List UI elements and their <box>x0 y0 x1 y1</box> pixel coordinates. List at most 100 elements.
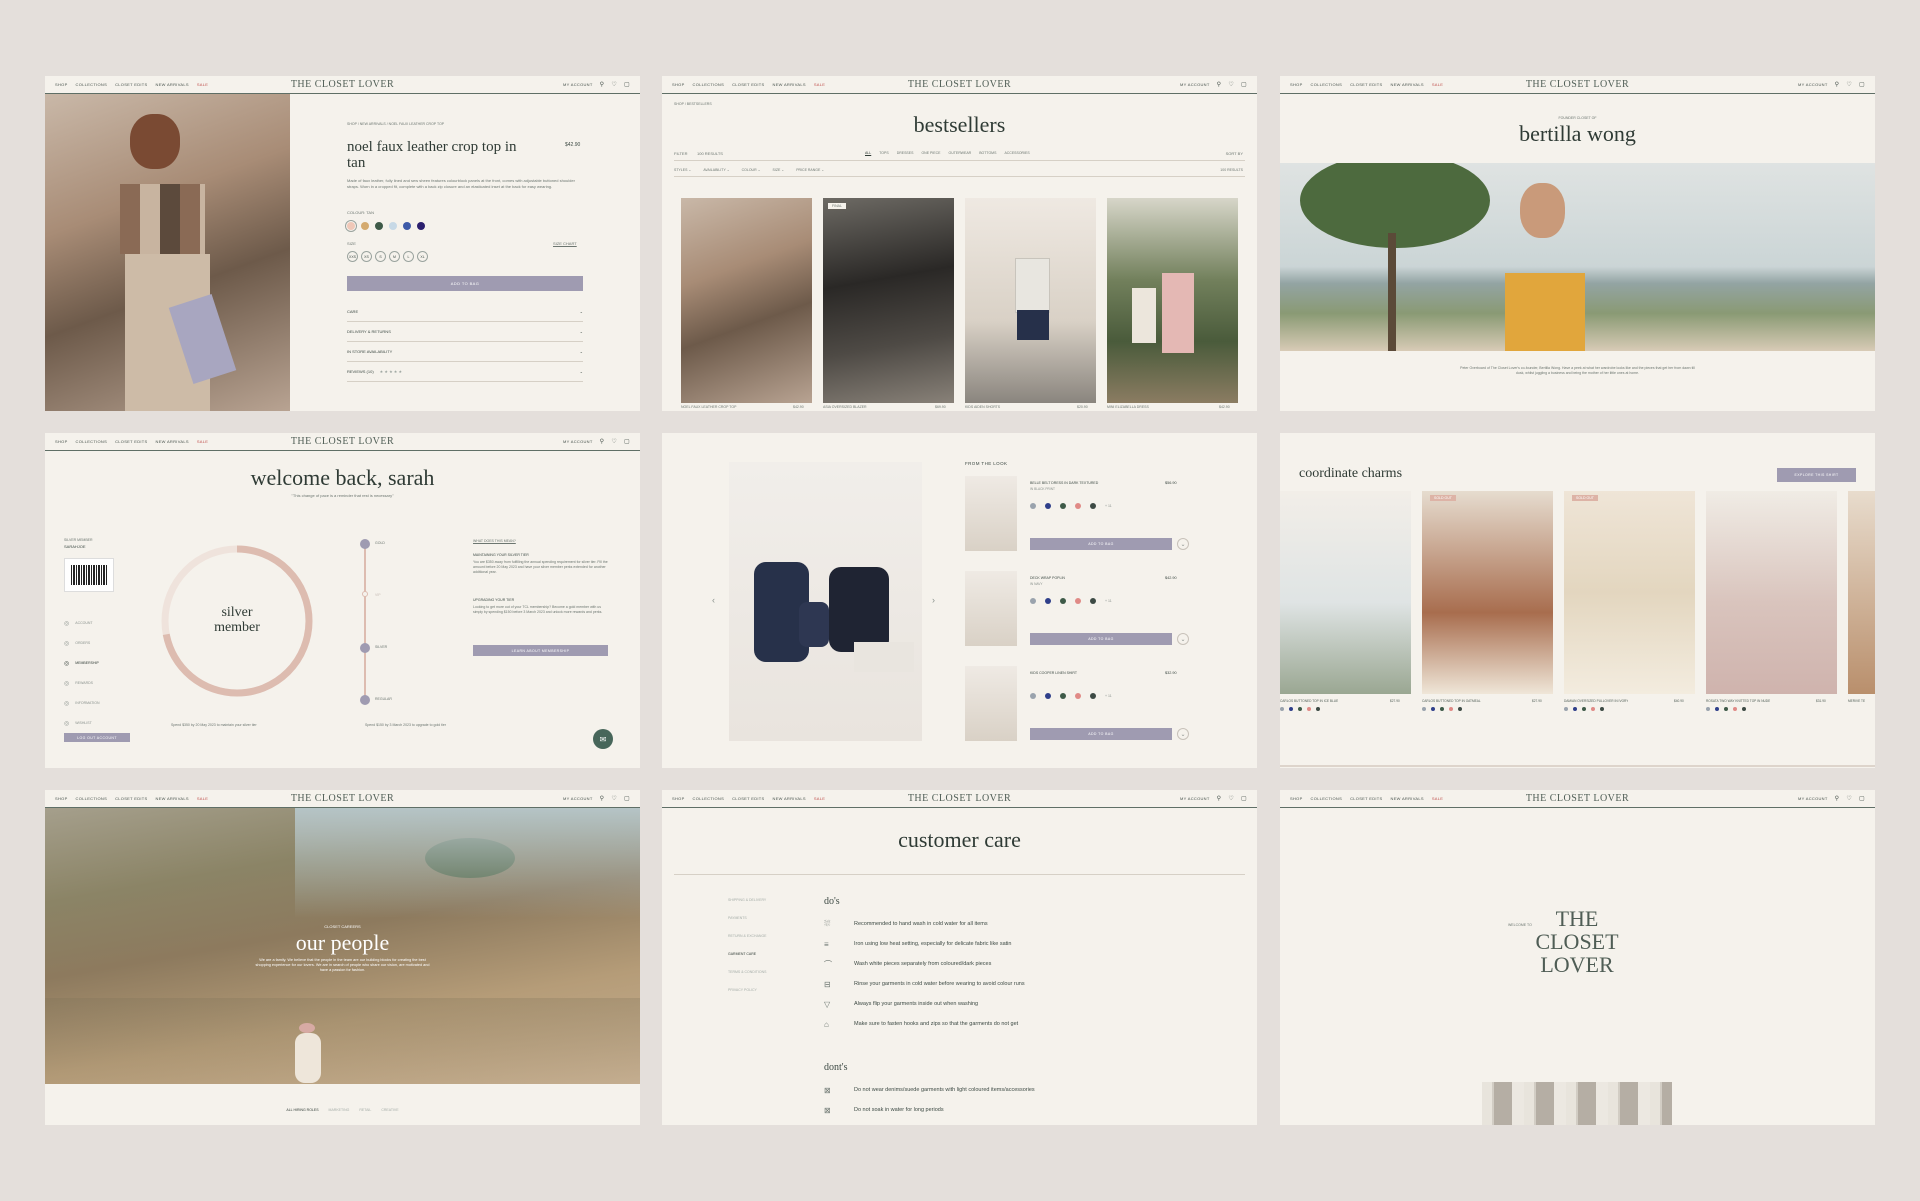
look-add-to-bag-button[interactable]: ADD TO BAG <box>1030 538 1172 550</box>
colour-swatch[interactable] <box>1298 707 1302 711</box>
care-menu-item[interactable]: TERMS & CONDITIONS <box>728 970 767 988</box>
sort-dropdown[interactable]: SORT BY <box>1226 151 1243 156</box>
product-card-image[interactable] <box>1107 198 1238 403</box>
charm-card-image[interactable] <box>1280 491 1411 694</box>
product-card-image[interactable] <box>681 198 812 403</box>
site-logo[interactable]: THE CLOSET LOVER <box>908 793 1011 804</box>
account-menu-item[interactable]: ◎ MEMBERSHIP <box>64 653 100 673</box>
product-card-image[interactable] <box>965 198 1096 403</box>
look-item-image[interactable] <box>965 666 1017 741</box>
faq-link[interactable]: WHAT DOES THIS MEAN? <box>473 539 516 543</box>
site-logo[interactable]: THE CLOSET LOVER <box>1526 793 1629 804</box>
heart-icon[interactable]: ♡ <box>611 81 617 88</box>
account-link[interactable]: MY ACCOUNT <box>563 796 593 801</box>
accordion-row[interactable]: REVIEWS (10) ★ ★ ★ ★ ★ ⌄ <box>347 362 583 382</box>
chevron-down-icon[interactable]: ⌄ <box>1177 633 1189 645</box>
colour-swatch[interactable] <box>1715 707 1719 711</box>
colour-swatch[interactable] <box>1030 598 1036 604</box>
colour-swatch[interactable] <box>1280 707 1284 711</box>
colour-swatch[interactable] <box>1564 707 1568 711</box>
category-tab[interactable]: TOPS <box>879 151 888 155</box>
colour-swatch[interactable] <box>1075 598 1081 604</box>
colour-swatch[interactable] <box>403 222 411 230</box>
site-logo[interactable]: THE CLOSET LOVER <box>1526 79 1629 90</box>
bag-icon[interactable]: ▢ <box>624 795 630 802</box>
next-arrow-icon[interactable]: › <box>932 595 935 605</box>
colour-swatch[interactable] <box>1030 503 1036 509</box>
nav-new[interactable]: NEW ARRIVALS <box>156 796 189 801</box>
bag-icon[interactable]: ▢ <box>1859 795 1865 802</box>
colour-swatch[interactable] <box>347 222 355 230</box>
size-option[interactable]: S <box>375 251 386 262</box>
colour-swatch[interactable] <box>1458 707 1462 711</box>
look-add-to-bag-button[interactable]: ADD TO BAG <box>1030 633 1172 645</box>
product-image[interactable] <box>45 94 290 411</box>
product-name[interactable]: NOEL FAUX LEATHER CROP TOP <box>681 405 736 409</box>
charm-name[interactable]: CARLOS BUTTONED TOP IN ICE BLUE <box>1280 699 1338 703</box>
colour-swatch[interactable] <box>1600 707 1604 711</box>
care-menu-item[interactable]: RETURN & EXCHANGE <box>728 934 767 952</box>
nav-collections[interactable]: COLLECTIONS <box>1311 796 1343 801</box>
account-menu-item[interactable]: ◎ INFORMATION <box>64 693 100 713</box>
subfilter-dropdown[interactable]: SIZE ⌄ <box>773 168 785 172</box>
product-name[interactable]: MINI ELIZABELLA DRESS <box>1107 405 1149 409</box>
nav-edits[interactable]: CLOSET EDITS <box>732 82 764 87</box>
colour-swatch[interactable] <box>1060 693 1066 699</box>
look-add-to-bag-button[interactable]: ADD TO BAG <box>1030 728 1172 740</box>
nav-collections[interactable]: COLLECTIONS <box>76 82 108 87</box>
look-item-image[interactable] <box>965 571 1017 646</box>
career-tab[interactable]: RETAIL <box>359 1108 371 1112</box>
colour-swatch[interactable] <box>1030 693 1036 699</box>
explore-button[interactable]: EXPLORE THIS SHIRT <box>1777 468 1856 482</box>
product-name[interactable]: KIDS AIDEN SHORTS <box>965 405 1000 409</box>
account-menu-item[interactable]: ◎ ORDERS <box>64 633 100 653</box>
heart-icon[interactable]: ♡ <box>1846 81 1852 88</box>
colour-swatch[interactable] <box>1591 707 1595 711</box>
size-option[interactable]: XL <box>417 251 428 262</box>
colour-swatch[interactable] <box>1045 503 1051 509</box>
category-tab[interactable]: OUTERWEAR <box>949 151 972 155</box>
size-option[interactable]: XS <box>361 251 372 262</box>
colour-swatch[interactable] <box>1090 598 1096 604</box>
subfilter-dropdown[interactable]: COLOUR ⌄ <box>742 168 761 172</box>
colour-swatch[interactable] <box>1724 707 1728 711</box>
product-name[interactable]: ASIA OVERSIZED BLAZER <box>823 405 867 409</box>
nav-shop[interactable]: SHOP <box>1290 82 1303 87</box>
nav-new[interactable]: NEW ARRIVALS <box>1391 796 1424 801</box>
colour-swatch[interactable] <box>1431 707 1435 711</box>
chat-icon[interactable]: ✉ <box>593 729 613 749</box>
chevron-down-icon[interactable]: ⌄ <box>1177 728 1189 740</box>
nav-collections[interactable]: COLLECTIONS <box>693 796 725 801</box>
colour-swatch[interactable] <box>1060 598 1066 604</box>
nav-edits[interactable]: CLOSET EDITS <box>115 82 147 87</box>
care-menu-item[interactable]: GARMENT CARE <box>728 952 767 970</box>
charm-name[interactable]: CARLOS BUTTONED TOP IN OATMEAL <box>1422 699 1481 703</box>
heart-icon[interactable]: ♡ <box>611 438 617 445</box>
subfilter-dropdown[interactable]: AVAILABILITY ⌄ <box>703 168 729 172</box>
size-chart-link[interactable]: SIZE CHART <box>553 241 577 246</box>
colour-swatch[interactable] <box>1060 503 1066 509</box>
account-menu-item[interactable]: ◎ ACCOUNT <box>64 613 100 633</box>
family-image[interactable] <box>729 462 922 741</box>
nav-sale[interactable]: SALE <box>1432 796 1443 801</box>
nav-collections[interactable]: COLLECTIONS <box>76 439 108 444</box>
colour-swatch[interactable] <box>1045 693 1051 699</box>
bag-icon[interactable]: ▢ <box>1241 795 1247 802</box>
bag-icon[interactable]: ▢ <box>624 81 630 88</box>
nav-collections[interactable]: COLLECTIONS <box>693 82 725 87</box>
account-link[interactable]: MY ACCOUNT <box>563 82 593 87</box>
heart-icon[interactable]: ♡ <box>611 795 617 802</box>
search-icon[interactable]: ⚲ <box>1217 795 1222 802</box>
account-link[interactable]: MY ACCOUNT <box>563 439 593 444</box>
look-item-name[interactable]: KIDS COOPER LINEN SHIRT <box>1030 671 1140 675</box>
size-option[interactable]: M <box>389 251 400 262</box>
site-logo[interactable]: THE CLOSET LOVER <box>291 436 394 447</box>
site-logo[interactable]: THE CLOSET LOVER <box>291 79 394 90</box>
nav-sale[interactable]: SALE <box>1432 82 1443 87</box>
search-icon[interactable]: ⚲ <box>1835 795 1840 802</box>
nav-sale[interactable]: SALE <box>814 82 825 87</box>
nav-edits[interactable]: CLOSET EDITS <box>115 439 147 444</box>
account-menu-item[interactable]: ◎ REWARDS <box>64 673 100 693</box>
account-link[interactable]: MY ACCOUNT <box>1180 82 1210 87</box>
charm-name[interactable]: MERIVE TE <box>1848 699 1865 703</box>
